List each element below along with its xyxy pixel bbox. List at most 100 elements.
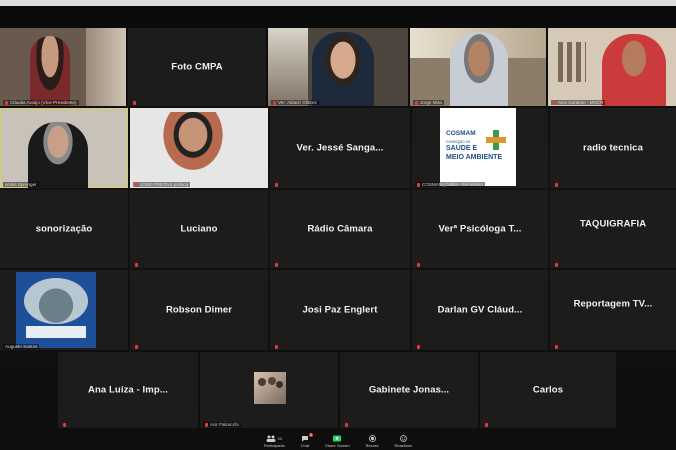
mic-status [133, 345, 140, 349]
video-tile-23[interactable]: Gabinete Jonas... [340, 352, 478, 428]
participant-name: Ver. Aldacir Oliboni [271, 100, 319, 105]
wall-frames [558, 42, 586, 82]
video-tile-20[interactable]: Reportagem TV... [550, 270, 676, 350]
mic-status [553, 183, 560, 187]
chat-icon: 3 [301, 433, 313, 442]
logo-line-2: SAÚDE E [446, 145, 478, 152]
participant-name: Cláudia Araújo (Vice-Presidente) [3, 100, 79, 105]
participant-name: Alex Cardoso - MNCR [551, 100, 606, 105]
participant-video [602, 34, 666, 106]
participant-name: Luciano [180, 223, 218, 235]
mic-status [415, 345, 422, 349]
avatar-image [24, 278, 88, 324]
mic-muted-icon [275, 345, 278, 349]
window-background [268, 28, 308, 106]
video-tile-2[interactable]: Foto CMPA [128, 28, 266, 106]
avatar-banner [26, 326, 86, 338]
participant-name: Verª Psicóloga T... [438, 223, 522, 235]
mic-muted-icon [5, 100, 8, 105]
mic-muted-icon [555, 345, 558, 349]
participants-button[interactable]: 24 Participants [264, 435, 285, 448]
mic-muted-icon [417, 345, 420, 349]
chat-unread-badge: 3 [308, 433, 313, 437]
participant-name: radio tecnica [583, 142, 643, 154]
participant-name: Augusto Santos [3, 344, 40, 349]
video-tile-5[interactable]: Alex Cardoso - MNCR [548, 28, 676, 106]
chat-button[interactable]: 3 Chat [300, 433, 313, 448]
video-tile-10[interactable]: radio tecnica [550, 108, 676, 188]
video-tile-18[interactable]: Josi Paz Englert [270, 270, 410, 350]
avatar-face [276, 381, 283, 388]
participant-name: sonorização [35, 223, 93, 235]
participant-name: Darlan GV Cláud... [437, 304, 523, 316]
participant-name: Reportagem TV... [573, 298, 653, 310]
participant-name: Carlos [532, 384, 564, 396]
participant-name: Jorge Mira [413, 100, 444, 105]
reactions-button[interactable]: Reactions [394, 435, 412, 448]
chat-label: Chat [300, 443, 310, 448]
video-tile-22[interactable]: Acir Falcocchi [200, 352, 338, 428]
participant-name: COSMAM_Cidilla - Secretário [415, 182, 485, 187]
video-tile-15[interactable]: TAQUIGRAFIA [550, 190, 676, 268]
participants-icon: 24 [266, 435, 282, 442]
participant-video [28, 122, 88, 188]
video-tile-4[interactable]: Jorge Mira [410, 28, 546, 106]
video-tile-1[interactable]: Cláudia Araújo (Vice-Presidente) [0, 28, 126, 106]
participant-name: TAQUIGRAFIA [579, 218, 647, 230]
video-tile-13[interactable]: Rádio Câmara [270, 190, 410, 268]
mic-status [415, 263, 422, 267]
participants-count: 24 [277, 436, 282, 441]
avatar-face [258, 378, 266, 386]
profile-picture [254, 372, 286, 404]
mic-muted-icon [417, 263, 420, 267]
reactions-label: Reactions [394, 443, 413, 448]
avatar-face [268, 377, 276, 385]
mic-muted-icon [133, 101, 136, 105]
video-tile-9[interactable]: COSMAM COMISSÃO DE SAÚDE E MEIO AMBIENTE… [412, 108, 548, 188]
video-tile-11[interactable]: sonorização [0, 190, 128, 268]
mic-muted-icon [275, 263, 278, 267]
record-label: Record [365, 443, 379, 448]
video-tile-14[interactable]: Verª Psicóloga T... [412, 190, 548, 268]
share-screen-button[interactable]: Share Screen [325, 435, 350, 448]
video-tile-6-active-speaker[interactable]: urdes Sprenger [0, 108, 128, 188]
window-top-edge [0, 0, 676, 6]
health-cross-icon [486, 130, 506, 150]
participant-name: Robson Dimer [165, 304, 233, 316]
mic-muted-icon [417, 182, 420, 187]
mic-muted-icon [135, 182, 138, 187]
video-tile-3[interactable]: Ver. Aldacir Oliboni [268, 28, 408, 106]
video-tile-16[interactable]: Augusto Santos [0, 270, 128, 350]
share-screen-label: Share Screen [325, 443, 350, 448]
participant-name: JOSÉ FREITAS política [133, 182, 191, 187]
profile-picture [16, 272, 96, 348]
video-tile-12[interactable]: Luciano [130, 190, 268, 268]
logo-title: COSMAM [446, 130, 476, 137]
participant-video [312, 32, 374, 106]
mic-status [273, 183, 280, 187]
participant-video [30, 36, 70, 106]
mic-muted-icon [555, 183, 558, 187]
video-tile-19[interactable]: Darlan GV Cláud... [412, 270, 548, 350]
window-background [86, 28, 126, 106]
video-tile-8[interactable]: Ver. Jessé Sanga... [270, 108, 410, 188]
mic-status [553, 345, 560, 349]
video-tile-24[interactable]: Carlos [480, 352, 616, 428]
mic-muted-icon [275, 183, 278, 187]
video-tile-7[interactable]: JOSÉ FREITAS política [130, 108, 268, 188]
logo-line-3: MEIO AMBIENTE [446, 154, 503, 161]
mic-muted-icon [273, 100, 276, 105]
mic-status [133, 263, 140, 267]
participant-video [450, 32, 508, 106]
mic-muted-icon [135, 345, 138, 349]
video-tile-17[interactable]: Robson Dimer [130, 270, 268, 350]
participant-name: Foto CMPA [171, 61, 223, 73]
participant-name: Ver. Jessé Sanga... [296, 142, 384, 154]
record-button[interactable]: Record [365, 435, 379, 448]
participant-video [148, 112, 238, 188]
participant-name: Rádio Câmara [307, 223, 373, 235]
video-tile-21[interactable]: Ana Luíza - Imp... [58, 352, 198, 428]
cosmam-logo-card: COSMAM COMISSÃO DE SAÚDE E MEIO AMBIENTE [440, 108, 516, 186]
mic-muted-icon [553, 100, 556, 105]
logo-line-1: COMISSÃO DE [446, 140, 471, 144]
